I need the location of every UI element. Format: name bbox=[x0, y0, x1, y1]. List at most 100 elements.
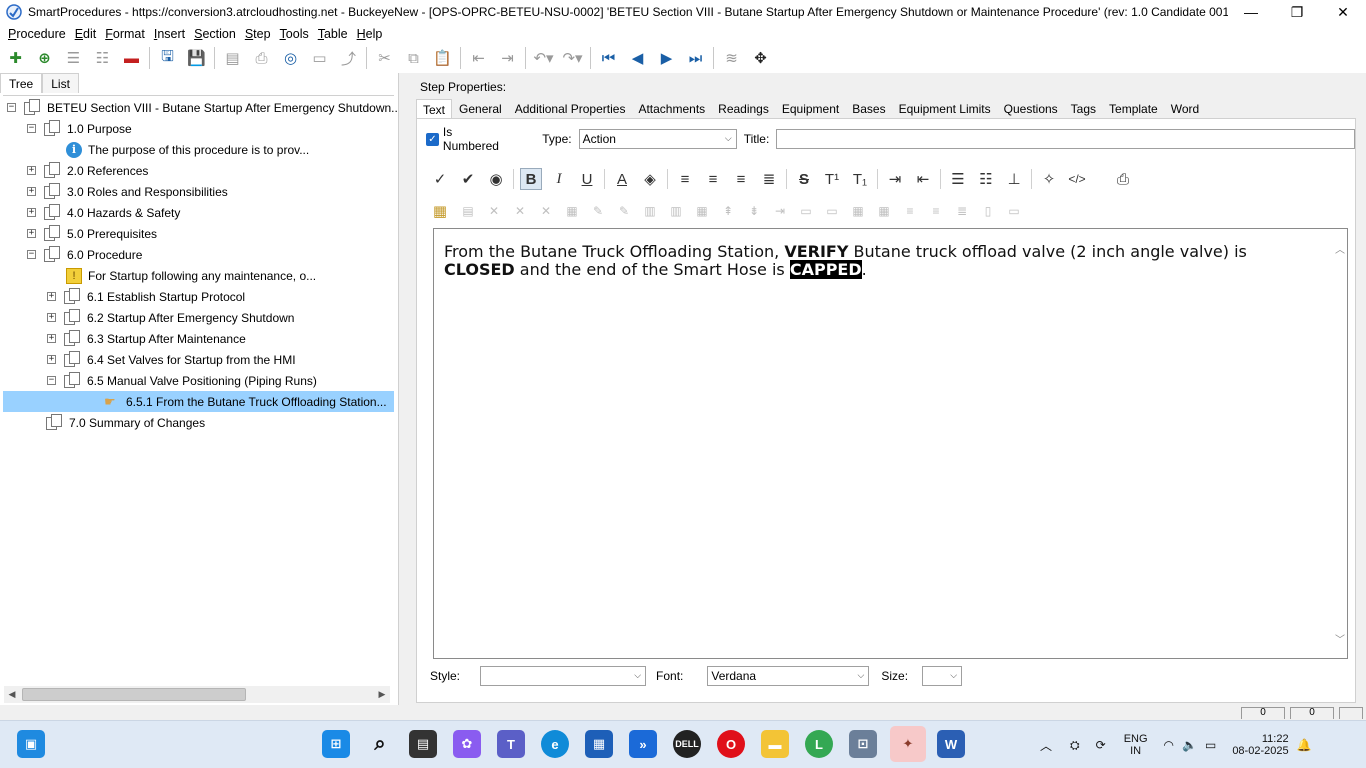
print-icon[interactable]: ⎙ bbox=[250, 46, 273, 70]
menu-insert[interactable]: Insert bbox=[150, 27, 189, 41]
tree-node[interactable]: − 6.0 Procedure bbox=[27, 244, 142, 265]
save-icon[interactable]: 💾 bbox=[185, 46, 208, 70]
menu-step[interactable]: Step bbox=[241, 27, 275, 41]
security-icon[interactable]: ⛭ bbox=[1070, 738, 1080, 753]
tab-bases[interactable]: Bases bbox=[846, 99, 891, 119]
copilot-icon[interactable]: ✿ bbox=[453, 730, 481, 758]
next-icon[interactable]: ▶ bbox=[655, 46, 678, 70]
battery-icon[interactable]: ▭ bbox=[1205, 738, 1216, 752]
scroll-down-icon[interactable]: ﹀ bbox=[1335, 631, 1345, 646]
tab-text[interactable]: Text bbox=[416, 99, 453, 119]
wifi-icon[interactable]: ◠ bbox=[1164, 738, 1174, 752]
is-numbered-checkbox[interactable]: ✓ bbox=[426, 132, 439, 146]
bold-button[interactable]: B bbox=[520, 168, 542, 190]
tree-node[interactable]: − 1.0 Purpose bbox=[27, 118, 132, 139]
title-input[interactable] bbox=[776, 129, 1355, 149]
tree-node[interactable]: ! For Startup following any maintenance, … bbox=[47, 265, 316, 286]
outdent-icon[interactable]: ⇤ bbox=[467, 46, 490, 70]
maximize-button[interactable]: ❐ bbox=[1274, 0, 1320, 24]
style-select[interactable]: ⌵ bbox=[480, 666, 647, 686]
paste-icon[interactable]: 📋 bbox=[431, 46, 454, 70]
tree-node[interactable]: +6.2 Startup After Emergency Shutdown bbox=[47, 307, 294, 328]
spellcheck-icon[interactable]: ✓ bbox=[429, 168, 451, 190]
start-icon[interactable]: ⊞ bbox=[322, 730, 350, 758]
align-left-icon[interactable]: ≡ bbox=[674, 168, 696, 190]
copy-icon[interactable]: ⧉ bbox=[402, 46, 425, 70]
list-detail-icon[interactable]: ☷ bbox=[91, 46, 114, 70]
save-all-icon[interactable]: 🖫 bbox=[156, 46, 179, 70]
edge-icon[interactable]: e bbox=[541, 730, 569, 758]
align-right-icon[interactable]: ≡ bbox=[730, 168, 752, 190]
tab-template[interactable]: Template bbox=[1103, 99, 1164, 119]
tab-attachments[interactable]: Attachments bbox=[632, 99, 711, 119]
scroll-right-icon[interactable]: ▶ bbox=[374, 689, 390, 700]
collapse-icon[interactable]: − bbox=[47, 376, 56, 385]
clock[interactable]: 11:22 08-02-2025 bbox=[1232, 733, 1288, 757]
power-automate-icon[interactable]: » bbox=[629, 730, 657, 758]
menu-procedure[interactable]: Procedure bbox=[4, 27, 70, 41]
type-select[interactable]: Action ⌵ bbox=[578, 129, 737, 149]
autocorrect-icon[interactable]: ✔ bbox=[457, 168, 479, 190]
collapse-icon[interactable]: − bbox=[27, 124, 36, 133]
html-source-icon[interactable]: </> bbox=[1066, 168, 1088, 190]
justify-icon[interactable]: ≣ bbox=[758, 168, 780, 190]
previous-icon[interactable]: ◀ bbox=[626, 46, 649, 70]
expand-icon[interactable]: + bbox=[47, 334, 56, 343]
menu-tools[interactable]: Tools bbox=[276, 27, 313, 41]
tree-node[interactable]: +2.0 References bbox=[27, 160, 148, 181]
indent-icon[interactable]: ⇥ bbox=[496, 46, 519, 70]
expand-icon[interactable]: + bbox=[27, 208, 36, 217]
highlight-icon[interactable]: ◈ bbox=[639, 168, 661, 190]
step-text-editor[interactable]: From the Butane Truck Offloading Station… bbox=[433, 228, 1348, 659]
sync-icon[interactable]: ⟳ bbox=[1096, 738, 1106, 752]
step-text-content[interactable]: From the Butane Truck Offloading Station… bbox=[444, 243, 1314, 279]
move-icon[interactable]: ✥ bbox=[749, 46, 772, 70]
insert-table-icon[interactable]: ▦ bbox=[429, 200, 451, 222]
tree-node[interactable]: +6.1 Establish Startup Protocol bbox=[47, 286, 245, 307]
tab-general[interactable]: General bbox=[453, 99, 508, 119]
tab-additional-properties[interactable]: Additional Properties bbox=[509, 99, 632, 119]
notification-icon[interactable]: 🔔 bbox=[1297, 738, 1312, 752]
color-wheel-icon[interactable]: ◉ bbox=[485, 168, 507, 190]
editor-vertical-scrollbar[interactable]: ︿ ﹀ bbox=[1333, 229, 1347, 658]
store-icon[interactable]: ▦ bbox=[585, 730, 613, 758]
smartprocedures-taskbar-icon[interactable]: ✦ bbox=[890, 726, 926, 762]
search-icon[interactable]: ⌕ bbox=[366, 730, 394, 758]
window-icon[interactable]: ▭ bbox=[308, 46, 331, 70]
tree-node[interactable]: +5.0 Prerequisites bbox=[27, 223, 157, 244]
italic-button[interactable]: I bbox=[548, 168, 570, 190]
font-color-icon[interactable]: A bbox=[611, 168, 633, 190]
subscript-icon[interactable]: T₁ bbox=[849, 168, 871, 190]
first-icon[interactable]: ⏮ bbox=[597, 46, 620, 70]
tree-node[interactable]: − 6.5 Manual Valve Positioning (Piping Ru… bbox=[47, 370, 317, 391]
volume-icon[interactable]: 🔈 bbox=[1182, 738, 1197, 752]
minimize-button[interactable]: — bbox=[1228, 0, 1274, 24]
tab-tags[interactable]: Tags bbox=[1065, 99, 1102, 119]
tab-list[interactable]: List bbox=[42, 73, 79, 93]
widgets-icon[interactable]: ▣ bbox=[17, 730, 45, 758]
font-select[interactable]: Verdana ⌵ bbox=[707, 666, 870, 686]
numbered-list-icon[interactable]: ☷ bbox=[975, 168, 997, 190]
tab-word[interactable]: Word bbox=[1165, 99, 1205, 119]
expand-icon[interactable]: + bbox=[27, 229, 36, 238]
tree-node[interactable]: +3.0 Roles and Responsibilities bbox=[27, 181, 228, 202]
remove-icon[interactable]: ▬ bbox=[120, 46, 143, 70]
expand-icon[interactable]: + bbox=[47, 292, 56, 301]
superscript-icon[interactable]: T¹ bbox=[821, 168, 843, 190]
expand-icon[interactable]: + bbox=[27, 166, 36, 175]
link-icon[interactable]: ◎ bbox=[279, 46, 302, 70]
expand-icon[interactable]: + bbox=[47, 313, 56, 322]
redo-icon[interactable]: ↷▾ bbox=[561, 46, 584, 70]
align-center-icon[interactable]: ≡ bbox=[702, 168, 724, 190]
expand-icon[interactable]: + bbox=[27, 187, 36, 196]
cut-icon[interactable]: ✂ bbox=[373, 46, 396, 70]
tab-equipment-limits[interactable]: Equipment Limits bbox=[893, 99, 997, 119]
insert-line-icon[interactable]: ⊥ bbox=[1003, 168, 1025, 190]
tree-node[interactable]: i The purpose of this procedure is to pro… bbox=[47, 139, 309, 160]
last-icon[interactable]: ⏭ bbox=[684, 46, 707, 70]
teams-icon[interactable]: T bbox=[497, 730, 525, 758]
preview-icon[interactable]: ▤ bbox=[221, 46, 244, 70]
tab-equipment[interactable]: Equipment bbox=[776, 99, 845, 119]
language-indicator[interactable]: ENG IN bbox=[1124, 733, 1148, 757]
tree-node[interactable]: +6.4 Set Valves for Startup from the HMI bbox=[47, 349, 296, 370]
